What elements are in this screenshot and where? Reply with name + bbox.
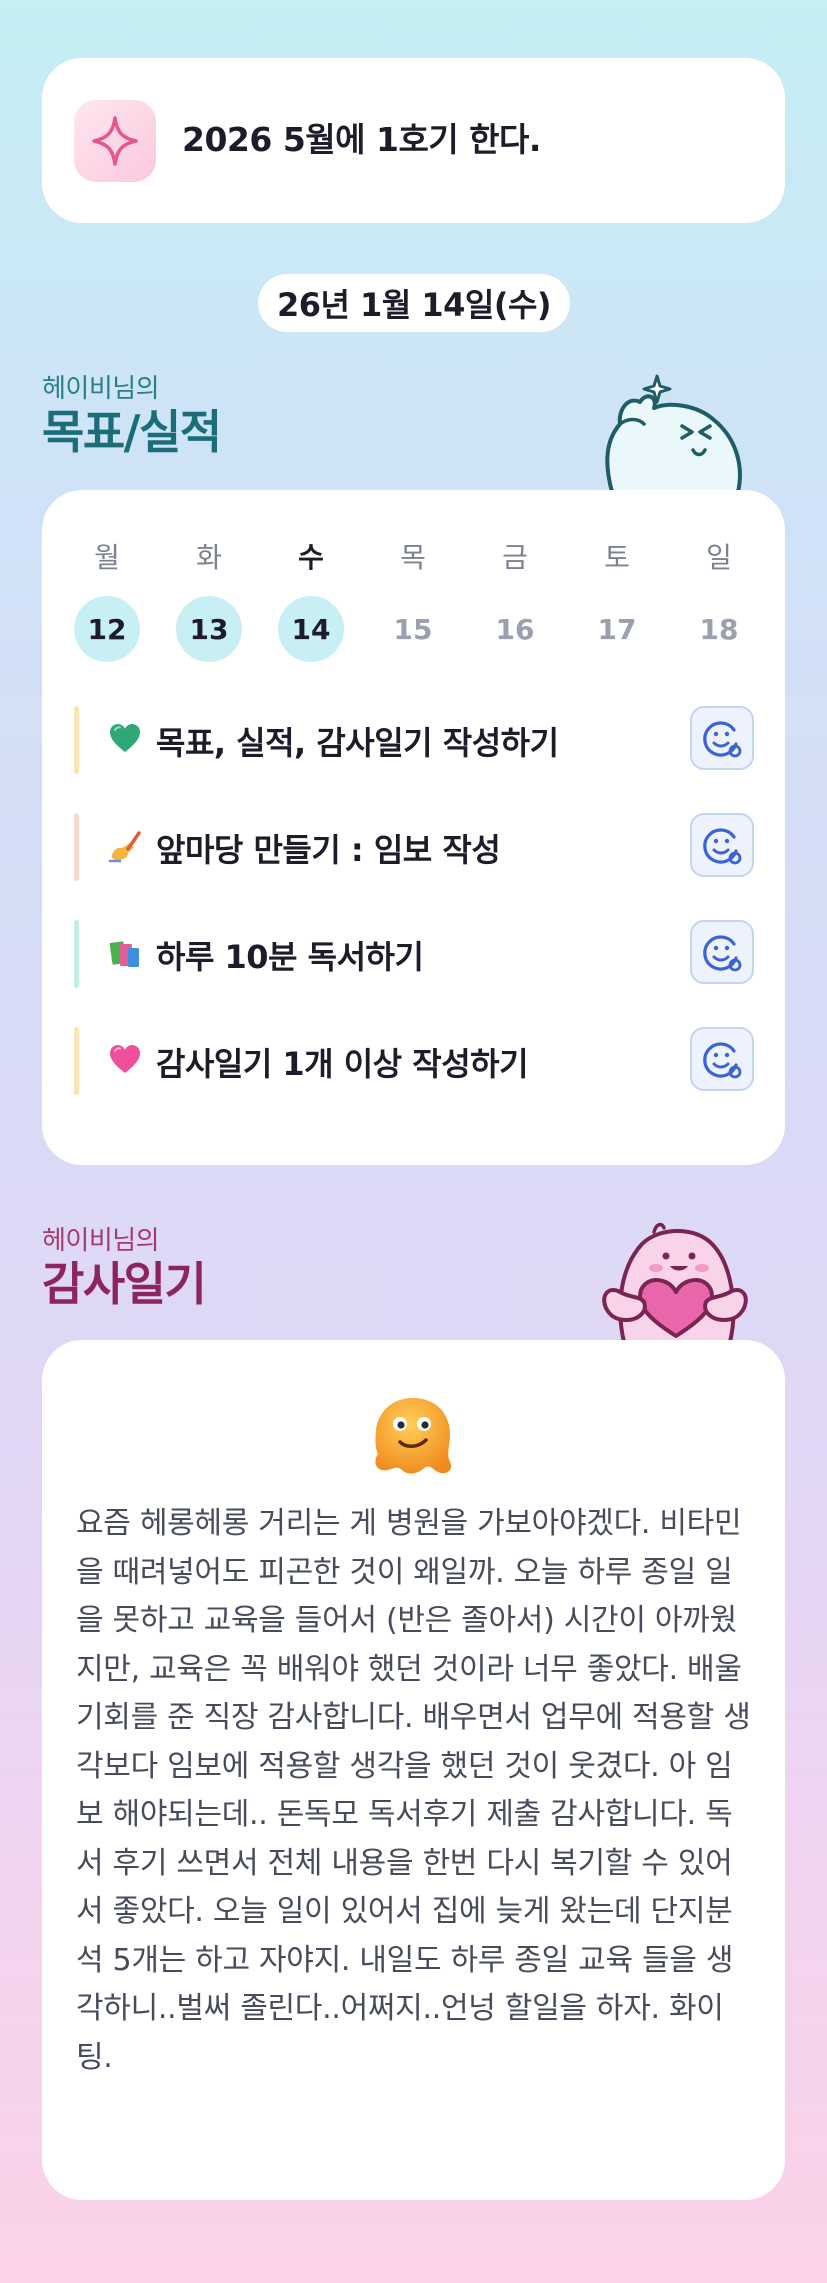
goals-card: 월 12 화 13 수 14 목 15 금 16 토 17 일 18 목표, 실… — [42, 490, 785, 1165]
green-heart-icon — [110, 724, 140, 752]
day-number: 16 — [495, 612, 535, 646]
smile-add-icon — [703, 721, 742, 758]
mood-check-button[interactable] — [690, 920, 754, 984]
mood-check-button[interactable] — [690, 706, 754, 770]
books-icon — [109, 941, 139, 967]
day-number: 12 — [74, 596, 140, 662]
task-label: 하루 10분 독서하기 — [156, 938, 424, 976]
day-number: 18 — [699, 612, 739, 646]
day-name: 금 — [502, 541, 528, 574]
task-row: 감사일기 1개 이상 작성하기 — [74, 1027, 754, 1095]
task-row: 앞마당 만들기 : 임보 작성 — [74, 813, 754, 881]
day-name: 목 — [400, 541, 426, 574]
day-name: 수 — [298, 541, 324, 574]
task-color-bar — [74, 706, 79, 774]
smile-add-icon — [703, 935, 742, 972]
gratitude-section-title: 감사일기 — [42, 1257, 207, 1311]
task-color-bar — [74, 920, 79, 988]
day-number: 14 — [278, 596, 344, 662]
waving-mascot-icon — [605, 374, 742, 494]
goals-section-title: 목표/실적 — [42, 405, 222, 459]
mood-check-button[interactable] — [690, 813, 754, 877]
day-number: 17 — [597, 612, 637, 646]
heart-mascot-icon — [602, 1222, 748, 1342]
smile-add-icon — [703, 828, 742, 865]
sparkle-icon — [74, 100, 156, 182]
day-name: 토 — [604, 541, 630, 574]
day-name: 일 — [706, 541, 732, 574]
date-pill[interactable]: 26년 1월 14일(수) — [258, 274, 570, 332]
task-color-bar — [74, 813, 79, 881]
smile-add-icon — [703, 1042, 742, 1079]
goal-text: 2026 5월에 1호기 한다. — [182, 120, 541, 159]
mood-check-button[interactable] — [690, 1027, 754, 1091]
task-label: 앞마당 만들기 : 임보 작성 — [156, 831, 501, 869]
gratitude-entry-text: 요즘 헤롱헤롱 거리는 게 병원을 가보아야겠다. 비타민을 때려넣어도 피곤한… — [76, 1506, 751, 2075]
day-name: 월 — [94, 541, 120, 574]
task-label: 감사일기 1개 이상 작성하기 — [156, 1045, 529, 1083]
day-number: 15 — [393, 612, 433, 646]
day-name: 화 — [196, 541, 222, 574]
day-number: 13 — [176, 596, 242, 662]
task-row: 목표, 실적, 감사일기 작성하기 — [74, 706, 754, 774]
task-row: 하루 10분 독서하기 — [74, 920, 754, 988]
gratitude-card: 요즘 헤롱헤롱 거리는 게 병원을 가보아야겠다. 비타민을 때려넣어도 피곤한… — [42, 1340, 785, 2200]
writing-hand-icon — [108, 831, 141, 863]
pink-heart-icon — [110, 1045, 140, 1073]
goal-card: 2026 5월에 1호기 한다. — [42, 58, 785, 223]
task-color-bar — [74, 1027, 79, 1095]
task-label: 목표, 실적, 감사일기 작성하기 — [156, 724, 559, 762]
melting-face-icon — [375, 1398, 452, 1474]
